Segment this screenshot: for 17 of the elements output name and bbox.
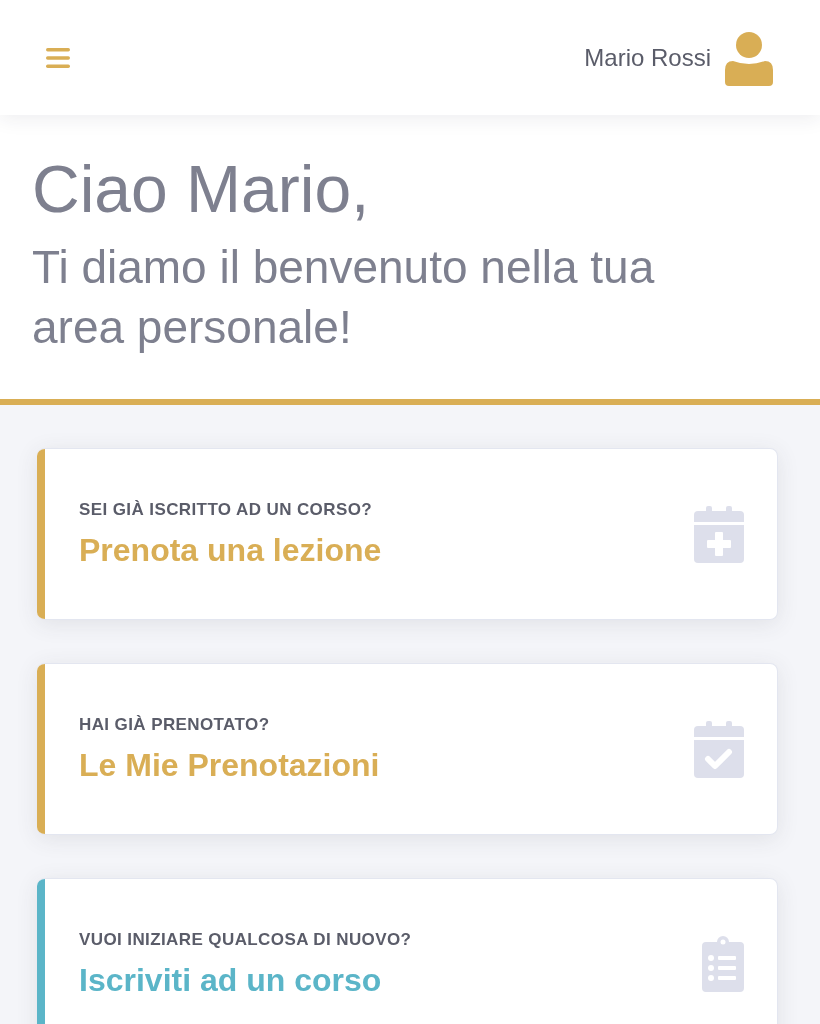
action-card[interactable]: SEI GIÀ ISCRITTO AD UN CORSO? Prenota una lezione: [37, 448, 778, 620]
calendar-check-icon: [694, 720, 744, 778]
clipboard-list-icon: [702, 936, 744, 992]
card-label: VUOI INIZIARE QUALCOSA DI NUOVO?: [79, 929, 412, 950]
greeting-title: Ciao Mario,: [32, 151, 371, 227]
action-card[interactable]: VUOI INIZIARE QUALCOSA DI NUOVO? Iscriviti ad un corso: [37, 878, 778, 1024]
card-label: SEI GIÀ ISCRITTO AD UN CORSO?: [79, 499, 374, 520]
card-title: Le Mie Prenotazioni: [79, 746, 380, 784]
user-name[interactable]: Mario Rossi: [584, 43, 711, 72]
greeting-subtitle: Ti diamo il benvenuto nella tua area personale!: [32, 240, 656, 355]
card-title: Iscriviti ad un corso: [79, 961, 383, 999]
card-label: HAI GIÀ PRENOTATO?: [79, 714, 271, 735]
user-avatar-icon[interactable]: [725, 31, 773, 86]
calendar-plus-icon: [694, 505, 744, 563]
menu-icon[interactable]: [46, 47, 70, 68]
card-title: Prenota una lezione: [79, 531, 382, 569]
action-card[interactable]: HAI GIÀ PRENOTATO? Le Mie Prenotazioni: [37, 663, 778, 835]
